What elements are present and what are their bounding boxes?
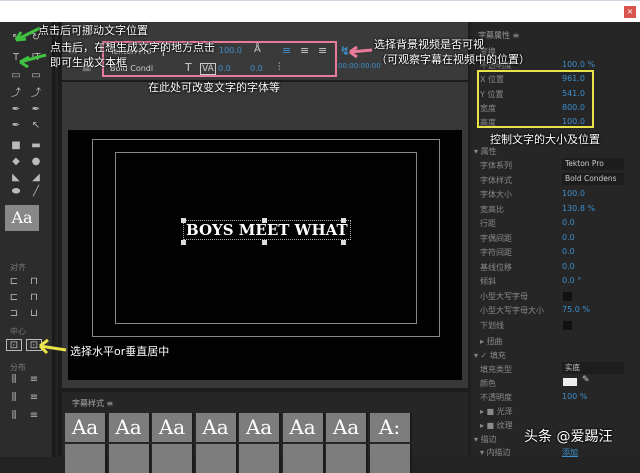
annotation-type-2: 即可生成文本框: [50, 56, 127, 69]
watermark: 头条 @爱踢汪: [524, 429, 613, 445]
annotation-center: 选择水平or垂直居中: [70, 345, 170, 358]
annotation-type-1: 点击后，在想生成文字的地方点击: [50, 41, 215, 54]
annotation-font-area: 在此处可改变文字的字体等: [148, 81, 280, 94]
annotation-move: 点击后可挪动文字位置: [38, 24, 148, 37]
annotation-size-pos: 控制文字的大小及位置: [490, 133, 600, 146]
annotation-bg-1: 选择背景视频是否可视: [374, 38, 484, 51]
annotation-bg-2: （可观察字幕在视频中的位置）: [376, 53, 530, 66]
